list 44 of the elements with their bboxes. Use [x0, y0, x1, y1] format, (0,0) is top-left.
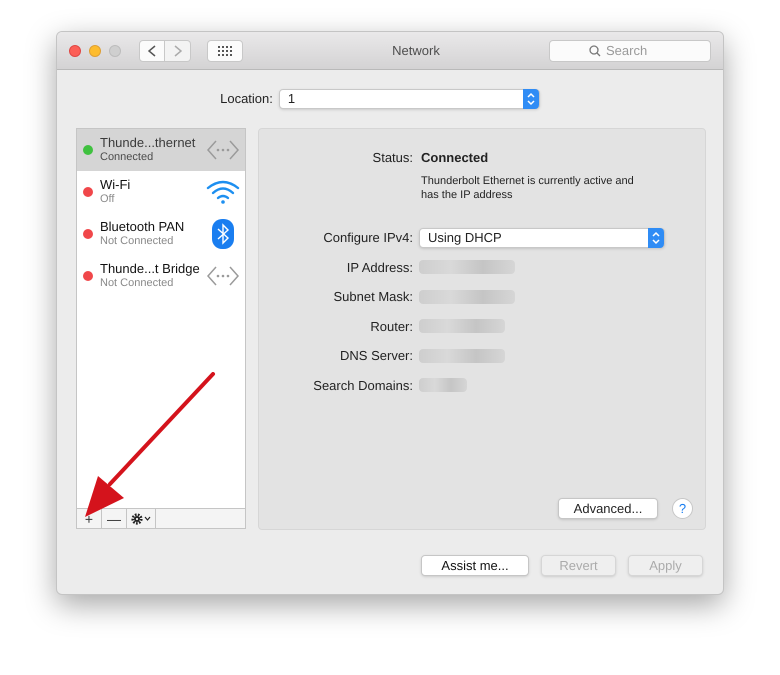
ethernet-icon [206, 265, 240, 287]
service-name: Thunde...thernet [100, 136, 196, 150]
gear-icon [131, 512, 143, 524]
chevron-right-icon [174, 44, 182, 56]
service-status: Not Connected [100, 276, 174, 290]
configure-label: Configure IPv4: [322, 228, 413, 247]
service-name: Bluetooth PAN [100, 220, 186, 234]
service-status: Not Connected [100, 234, 174, 248]
wifi-icon [206, 179, 240, 205]
grid-icon [217, 46, 233, 56]
redacted-value [419, 378, 467, 392]
close-icon[interactable] [69, 44, 81, 56]
help-button[interactable]: ? [672, 498, 693, 519]
search-icon [589, 44, 601, 56]
show-all-button[interactable] [207, 40, 243, 62]
remove-button[interactable]: — [102, 509, 127, 528]
service-name: Thunde...t Bridge [100, 262, 201, 276]
field-label: DNS Server: [339, 347, 413, 365]
chevron-left-icon [148, 44, 156, 56]
location-label: Location: [220, 90, 273, 108]
field-label: Router: [369, 318, 413, 336]
field-label: Search Domains: [312, 376, 413, 394]
stepper-icon [648, 228, 664, 248]
window-title: Network [391, 42, 441, 60]
service-status: Connected [100, 150, 154, 164]
status-label: Status: [372, 149, 413, 167]
bluetooth-icon [212, 219, 234, 249]
service-name: Wi-Fi [100, 178, 132, 192]
field-label: IP Address: [346, 258, 413, 276]
stepper-icon [522, 89, 539, 109]
location-dropdown[interactable]: 1 [278, 89, 540, 109]
configure-dropdown[interactable]: Using DHCP [419, 228, 665, 248]
field-label: Subnet Mask: [332, 288, 413, 306]
service-item[interactable]: Thunde...thernet Connected [77, 129, 245, 171]
back-button[interactable] [139, 40, 165, 62]
service-status: Off [100, 192, 116, 206]
minimize-icon[interactable] [89, 44, 101, 56]
status-value: Connected [421, 149, 490, 167]
footer-button[interactable]: Assist me... [421, 555, 529, 576]
caret-icon [144, 516, 151, 521]
ethernet-icon [206, 139, 240, 161]
search-field[interactable]: Search [549, 40, 711, 62]
status-description: Thunderbolt Ethernet is currently active and has the IP address [421, 174, 635, 202]
advanced-button[interactable]: Advanced... [558, 498, 658, 519]
